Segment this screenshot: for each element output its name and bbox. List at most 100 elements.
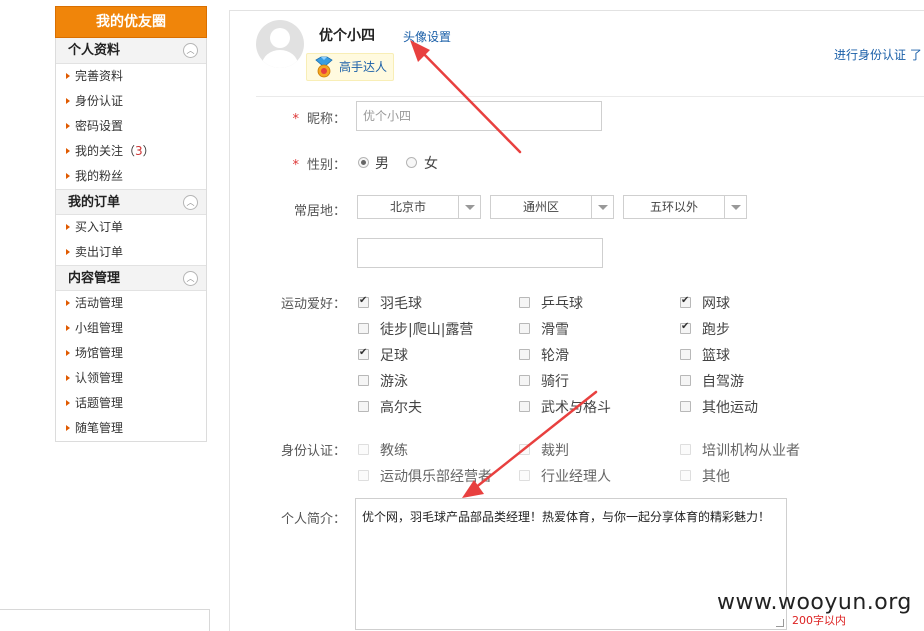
sidebar-item-fans[interactable]: 我的粉丝 bbox=[56, 164, 206, 189]
sport-martial-arts-label[interactable]: 武术与格斗 bbox=[541, 397, 611, 417]
section-title-content[interactable]: 内容管理 ︿ bbox=[56, 265, 206, 291]
collapse-icon[interactable]: ︿ bbox=[183, 43, 198, 58]
sport-tennis-label[interactable]: 网球 bbox=[702, 293, 730, 313]
avatar-settings-link[interactable]: 头像设置 bbox=[403, 28, 451, 45]
following-suffix: ） bbox=[142, 144, 155, 158]
identity-club-owner-checkbox[interactable] bbox=[358, 470, 369, 481]
sidebar-title[interactable]: 我的优友圈 bbox=[55, 6, 207, 38]
identity-manager-label[interactable]: 行业经理人 bbox=[541, 466, 611, 486]
identity-verify-link[interactable]: 进行身份认证 了 bbox=[834, 46, 922, 63]
expert-badge: 高手达人 bbox=[306, 53, 395, 81]
section-title-content-label: 内容管理 bbox=[68, 271, 121, 286]
area-value: 五环以外 bbox=[649, 200, 698, 214]
sidebar-item-complete-profile[interactable]: 完善资料 bbox=[56, 64, 206, 89]
sport-badminton-label[interactable]: 羽毛球 bbox=[380, 293, 422, 313]
sport-skiing-checkbox[interactable] bbox=[519, 323, 530, 334]
sidebar: 我的优友圈 个人资料 ︿ 完善资料 身份认证 密码设置 我的关注（3） 我的粉丝… bbox=[55, 6, 207, 442]
city-value: 北京市 bbox=[389, 200, 426, 214]
nickname-input[interactable]: 优个小四 bbox=[356, 101, 602, 131]
sports-label: 运动爱好： bbox=[280, 297, 346, 312]
sidebar-item-groups[interactable]: 小组管理 bbox=[56, 316, 206, 341]
sport-roadtrip-checkbox[interactable] bbox=[680, 375, 691, 386]
sidebar-item-claims[interactable]: 认领管理 bbox=[56, 366, 206, 391]
sport-basketball-checkbox[interactable] bbox=[680, 349, 691, 360]
nickname-label: * 昵称： bbox=[290, 108, 346, 127]
sport-hiking-checkbox[interactable] bbox=[358, 323, 369, 334]
intro-text: 优个网，羽毛球产品部品类经理！热爱体育，与你一起分享体育的精彩魅力！ bbox=[362, 510, 771, 524]
avatar[interactable] bbox=[256, 20, 304, 68]
sidebar-item-topics[interactable]: 话题管理 bbox=[56, 391, 206, 416]
address-input[interactable] bbox=[357, 238, 603, 268]
sport-cycling-checkbox[interactable] bbox=[519, 375, 530, 386]
header-divider bbox=[256, 96, 924, 97]
identity-trainer-checkbox[interactable] bbox=[680, 444, 691, 455]
sport-running-checkbox[interactable] bbox=[680, 321, 691, 334]
identity-trainer-label[interactable]: 培训机构从业者 bbox=[702, 440, 800, 460]
gender-male-label[interactable]: 男 bbox=[375, 153, 389, 173]
sport-other-checkbox[interactable] bbox=[680, 401, 691, 412]
identity-referee-label[interactable]: 裁判 bbox=[541, 440, 569, 460]
city-select[interactable]: 北京市 bbox=[357, 195, 481, 219]
sport-skiing-label[interactable]: 滑雪 bbox=[541, 319, 569, 339]
section-content: 内容管理 ︿ 活动管理 小组管理 场馆管理 认领管理 话题管理 随笔管理 bbox=[56, 265, 206, 441]
sport-roadtrip-label[interactable]: 自驾游 bbox=[702, 371, 744, 391]
collapse-icon[interactable]: ︿ bbox=[183, 195, 198, 210]
sidebar-item-identity[interactable]: 身份认证 bbox=[56, 89, 206, 114]
diamond-medal-icon bbox=[315, 56, 333, 78]
sport-football-checkbox[interactable] bbox=[358, 347, 369, 360]
sidebar-item-venues[interactable]: 场馆管理 bbox=[56, 341, 206, 366]
nickname-label-text: 昵称： bbox=[306, 112, 346, 127]
chevron-down-icon[interactable] bbox=[724, 196, 746, 218]
identity-label: 身份认证： bbox=[280, 444, 346, 459]
chevron-down-icon[interactable] bbox=[591, 196, 613, 218]
identity-coach-checkbox[interactable] bbox=[358, 444, 369, 455]
sport-swimming-label[interactable]: 游泳 bbox=[380, 371, 408, 391]
sport-skating-checkbox[interactable] bbox=[519, 349, 530, 360]
district-select[interactable]: 通州区 bbox=[490, 195, 614, 219]
sidebar-item-sell-orders[interactable]: 卖出订单 bbox=[56, 240, 206, 265]
sidebar-item-password[interactable]: 密码设置 bbox=[56, 114, 206, 139]
sport-hiking-label[interactable]: 徒步|爬山|露营 bbox=[380, 319, 473, 339]
sport-running-label[interactable]: 跑步 bbox=[702, 319, 730, 339]
sport-tennis-checkbox[interactable] bbox=[680, 295, 691, 308]
resize-grip-icon[interactable] bbox=[776, 619, 784, 627]
identity-club-owner-label[interactable]: 运动俱乐部经营者 bbox=[380, 466, 492, 486]
required-mark: * bbox=[292, 112, 299, 127]
sport-basketball-label[interactable]: 篮球 bbox=[702, 345, 730, 365]
nickname-title: 优个小四 bbox=[319, 28, 375, 44]
area-select[interactable]: 五环以外 bbox=[623, 195, 747, 219]
identity-verify-overflow: 了 bbox=[909, 48, 922, 62]
gender-female-radio[interactable] bbox=[406, 157, 417, 168]
chevron-down-icon[interactable] bbox=[458, 196, 480, 218]
gender-female-label[interactable]: 女 bbox=[424, 153, 438, 173]
following-count: 3 bbox=[135, 144, 143, 158]
sidebar-item-following[interactable]: 我的关注（3） bbox=[56, 139, 206, 164]
sport-swimming-checkbox[interactable] bbox=[358, 375, 369, 386]
sidebar-item-buy-orders[interactable]: 买入订单 bbox=[56, 215, 206, 240]
sport-table-tennis-checkbox[interactable] bbox=[519, 297, 530, 308]
sport-golf-label[interactable]: 高尔夫 bbox=[380, 397, 422, 417]
identity-referee-checkbox[interactable] bbox=[519, 444, 530, 455]
section-title-orders[interactable]: 我的订单 ︿ bbox=[56, 189, 206, 215]
gender-male-radio[interactable] bbox=[358, 157, 369, 168]
collapse-icon[interactable]: ︿ bbox=[183, 271, 198, 286]
sport-badminton-checkbox[interactable] bbox=[358, 295, 369, 308]
identity-other-label[interactable]: 其他 bbox=[702, 466, 730, 486]
sport-martial-arts-checkbox[interactable] bbox=[519, 401, 530, 412]
section-title-profile[interactable]: 个人资料 ︿ bbox=[56, 38, 206, 64]
required-mark: * bbox=[292, 158, 299, 173]
sport-cycling-label[interactable]: 骑行 bbox=[541, 371, 569, 391]
district-value: 通州区 bbox=[522, 200, 559, 214]
following-label: 我的关注（ bbox=[75, 144, 136, 158]
sport-skating-label[interactable]: 轮滑 bbox=[541, 345, 569, 365]
sidebar-item-essays[interactable]: 随笔管理 bbox=[56, 416, 206, 441]
sidebar-item-activities[interactable]: 活动管理 bbox=[56, 291, 206, 316]
identity-verify-label: 进行身份认证 bbox=[834, 48, 907, 62]
sport-football-label[interactable]: 足球 bbox=[380, 345, 408, 365]
identity-manager-checkbox[interactable] bbox=[519, 470, 530, 481]
sport-table-tennis-label[interactable]: 乒乓球 bbox=[541, 293, 583, 313]
sport-golf-checkbox[interactable] bbox=[358, 401, 369, 412]
sport-other-label[interactable]: 其他运动 bbox=[702, 397, 758, 417]
identity-other-checkbox[interactable] bbox=[680, 470, 691, 481]
identity-coach-label[interactable]: 教练 bbox=[380, 440, 408, 460]
